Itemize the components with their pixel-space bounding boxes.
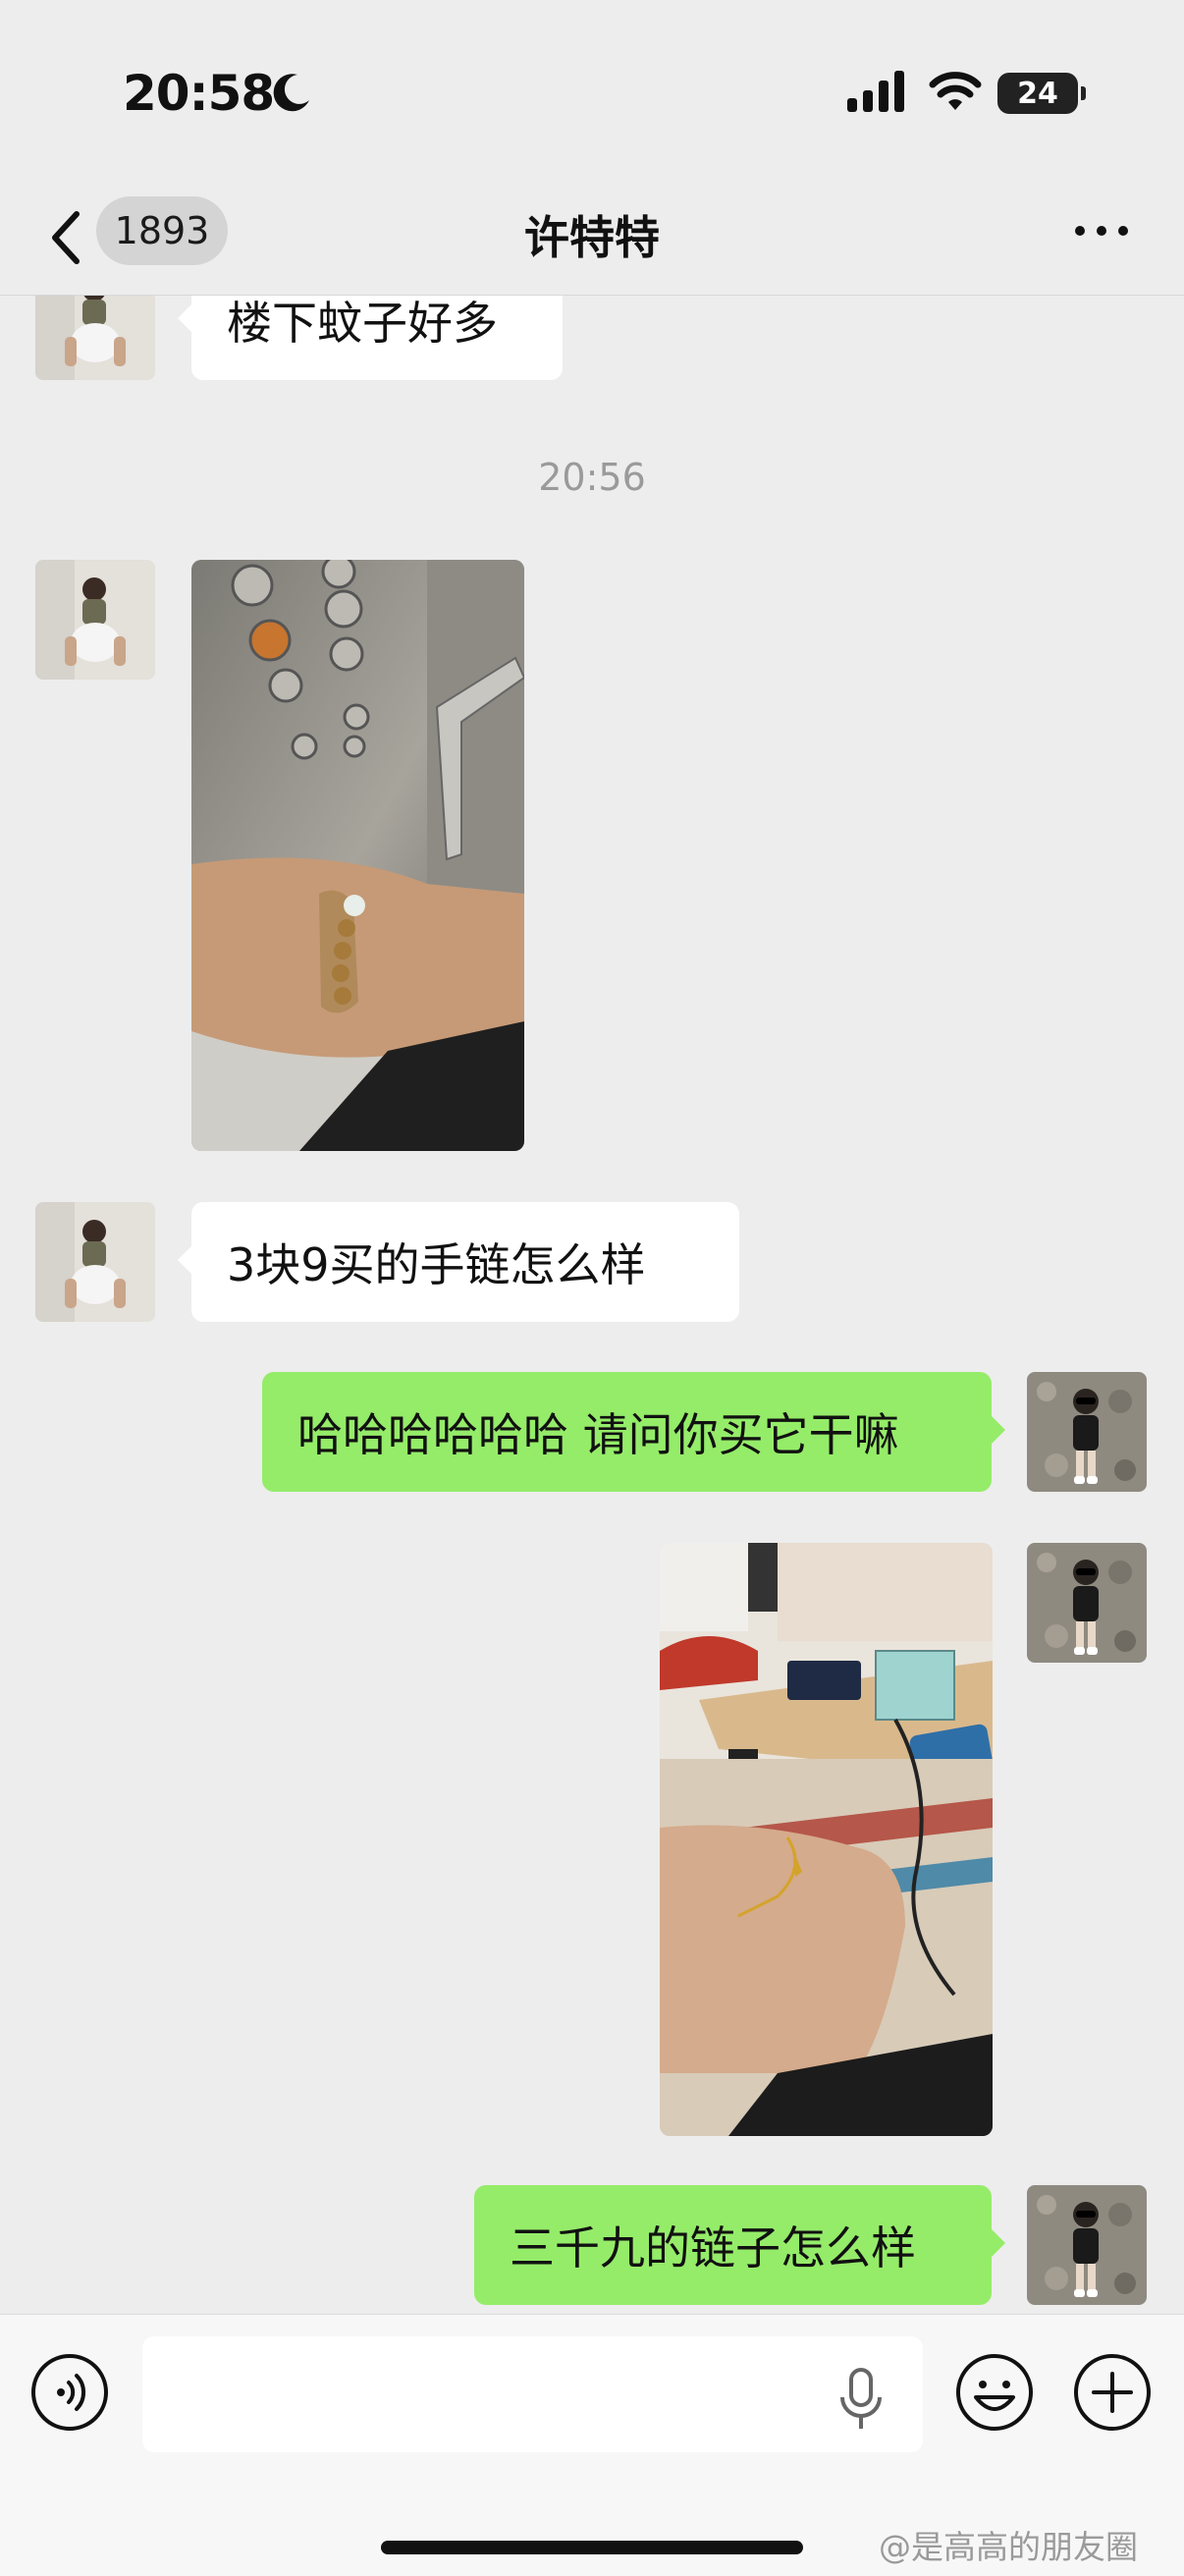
cellular-signal-icon (847, 71, 904, 112)
avatar[interactable] (35, 296, 155, 380)
wifi-icon (929, 72, 982, 110)
avatar-image (35, 296, 155, 380)
home-indicator[interactable] (381, 2541, 803, 2554)
moon-icon (273, 74, 309, 112)
message-input[interactable] (142, 2336, 923, 2452)
message-bubble-received[interactable]: 楼下蚊子好多 (178, 296, 563, 380)
message-timestamp: 20:56 (538, 456, 646, 499)
avatar-image (1027, 2185, 1147, 2305)
message-text: 楼下蚊子好多 (227, 297, 498, 350)
emoji-icon[interactable] (954, 2352, 1035, 2433)
status-time: 20:58 (123, 65, 275, 122)
mic-icon[interactable] (836, 2366, 886, 2435)
avatar-image (35, 1202, 155, 1322)
message-list[interactable]: 楼下蚊子好多 20:56 3块9买的手链怎么样 哈哈哈哈哈哈 请问你买它干嘛 三… (0, 296, 1184, 2313)
avatar-self[interactable] (1027, 2185, 1147, 2305)
message-text: 哈哈哈哈哈哈 请问你买它干嘛 (297, 1408, 899, 1461)
avatar[interactable] (35, 1202, 155, 1322)
avatar-image (35, 560, 155, 680)
message-text: 3块9买的手链怎么样 (227, 1238, 646, 1291)
voice-icon[interactable] (29, 2352, 110, 2433)
message-bubble-sent[interactable]: 三千九的链子怎么样 (474, 2185, 1005, 2305)
avatar-image (1027, 1372, 1147, 1492)
watermark-text: @是高高的朋友圈 (879, 2528, 1138, 2566)
avatar-self[interactable] (1027, 1543, 1147, 1663)
message-bubble-sent[interactable]: 哈哈哈哈哈哈 请问你买它干嘛 (262, 1372, 1005, 1492)
chat-header: 1893 许特特 (0, 187, 1184, 296)
photo-image (191, 560, 524, 1151)
photo-image (660, 1543, 993, 2136)
avatar[interactable] (35, 560, 155, 680)
photo-message-gold-chain[interactable] (660, 1543, 993, 2136)
photo-message-bracelet[interactable] (191, 560, 524, 1151)
plus-icon[interactable] (1072, 2352, 1153, 2433)
status-bar: 20:58 24 (0, 0, 1184, 187)
more-dots-icon[interactable] (1072, 216, 1131, 246)
message-bubble-received[interactable]: 3块9买的手链怎么样 (178, 1202, 739, 1322)
battery-indicator: 24 (997, 73, 1086, 114)
avatar-image (1027, 1543, 1147, 1663)
chat-title: 许特特 (524, 211, 660, 264)
message-text: 三千九的链子怎么样 (510, 2221, 916, 2275)
avatar-self[interactable] (1027, 1372, 1147, 1492)
